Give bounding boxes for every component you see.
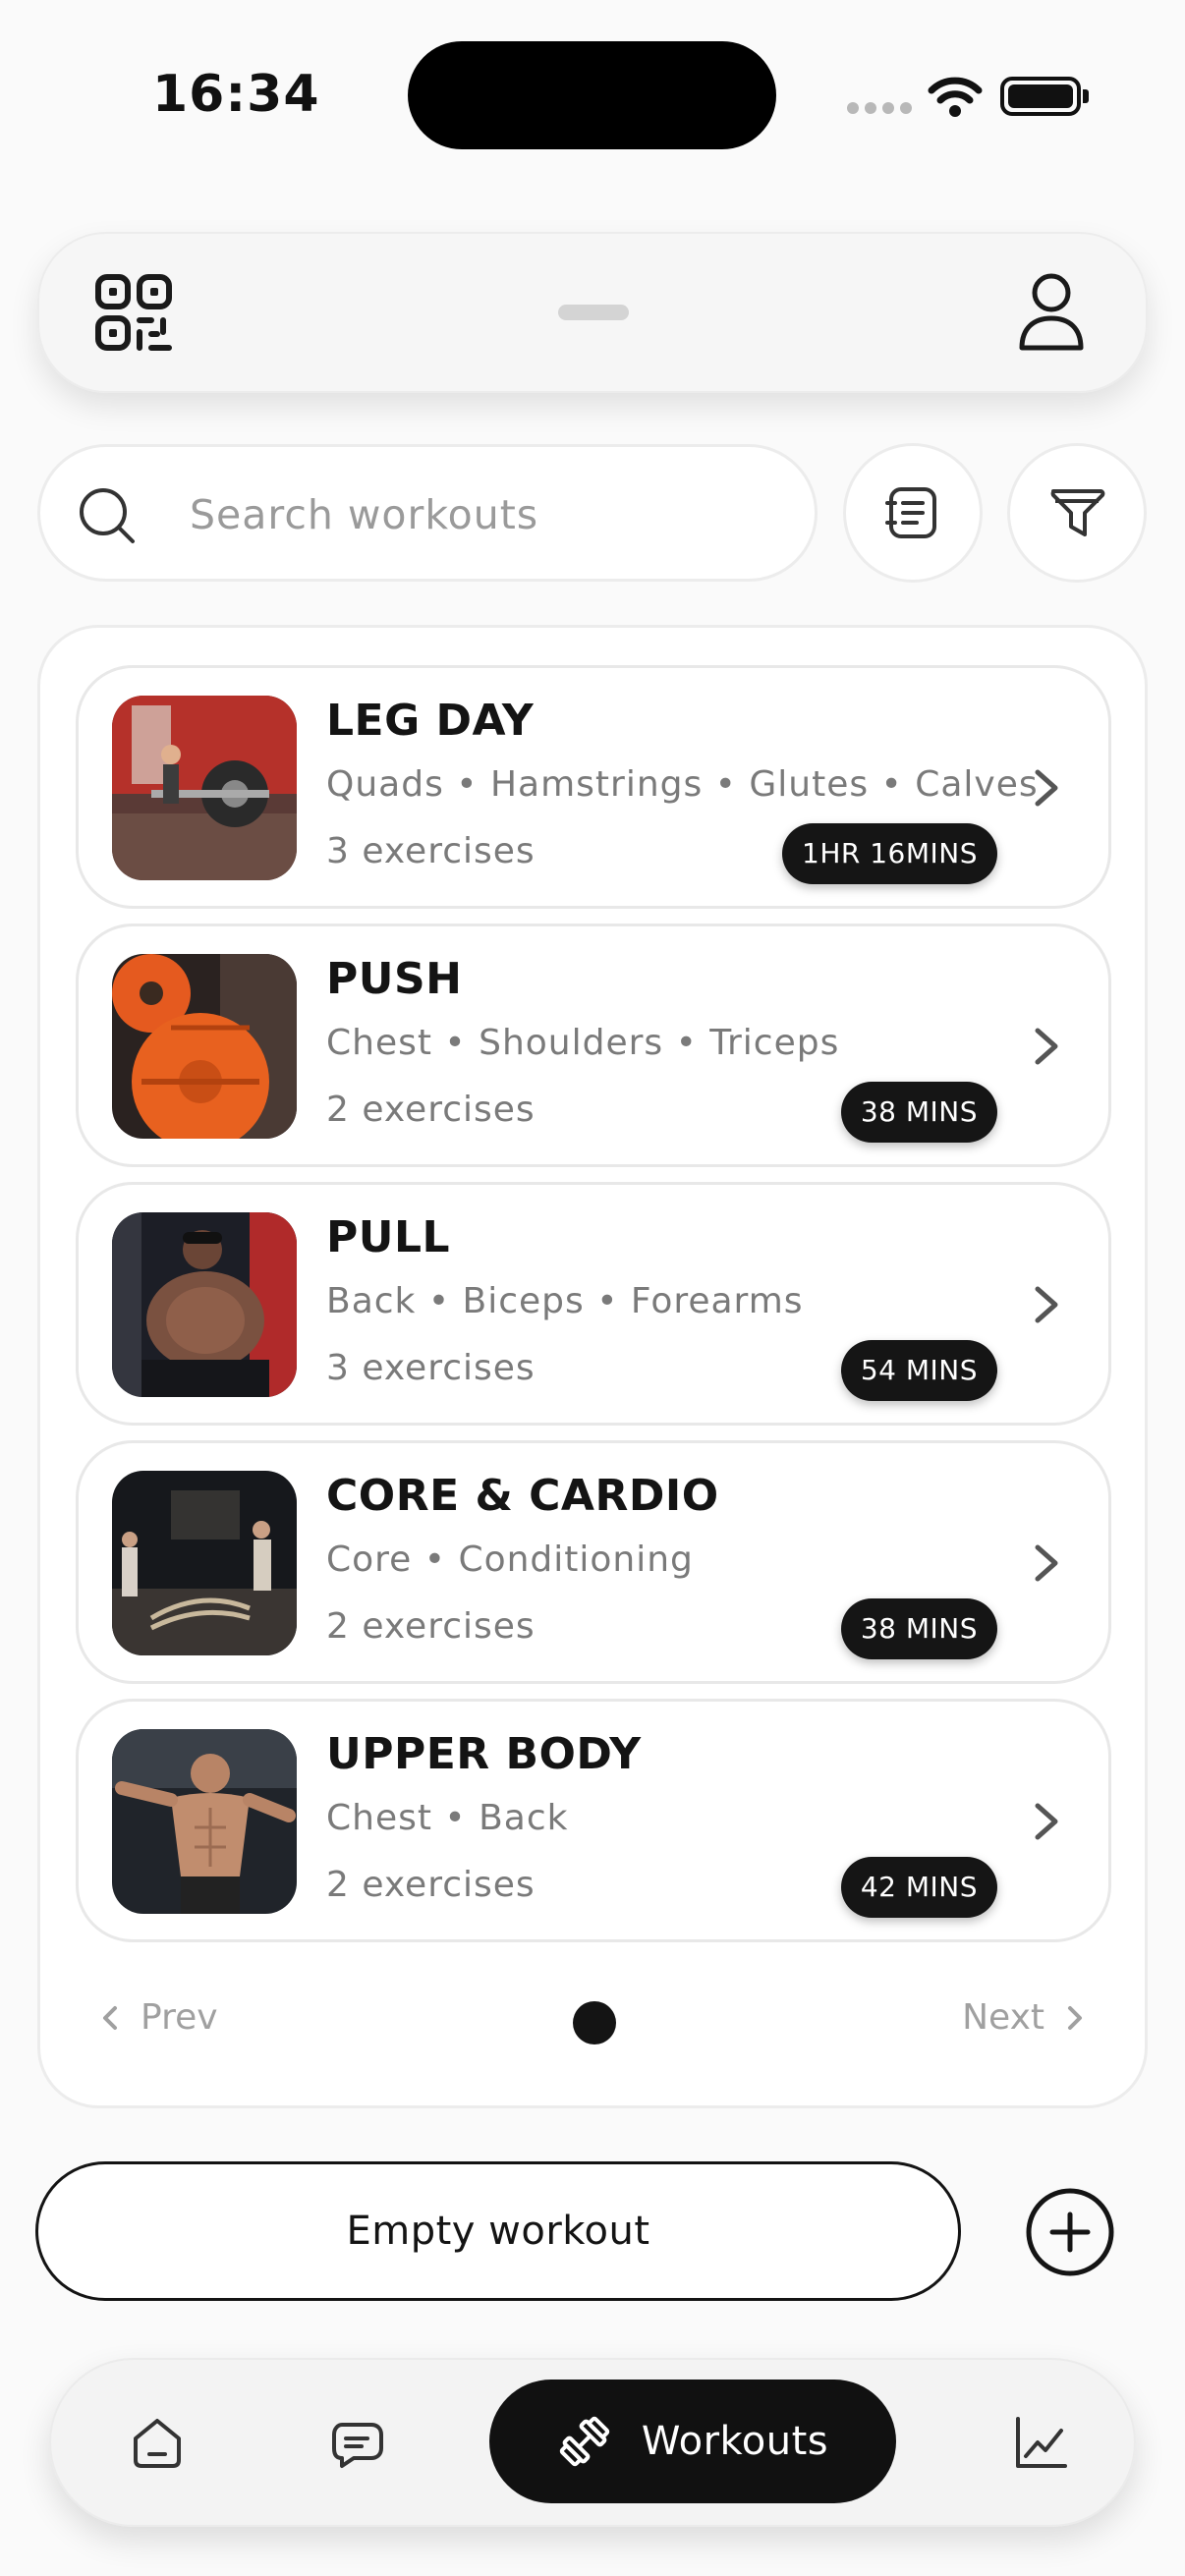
wifi-icon: [928, 77, 983, 117]
chevron-right-icon: [1035, 1544, 1058, 1582]
workout-muscles: Core • Conditioning: [326, 1540, 694, 1580]
duration-badge: 38 MINS: [840, 1082, 997, 1143]
battery-icon: [1000, 77, 1081, 116]
workout-title: PULL: [326, 1212, 451, 1262]
empty-workout-button[interactable]: Empty workout: [35, 2161, 961, 2301]
notes-button[interactable]: [843, 443, 983, 583]
workout-thumbnail: [112, 1729, 297, 1914]
search-input[interactable]: [190, 480, 779, 549]
workout-title: LEG DAY: [326, 696, 535, 746]
tab-workouts-label: Workouts: [641, 2419, 829, 2464]
workout-title: PUSH: [326, 954, 463, 1004]
chart-icon: [1016, 2417, 1067, 2468]
duration-badge: 38 MINS: [840, 1598, 997, 1659]
tab-home[interactable]: [116, 2401, 198, 2484]
tab-workouts[interactable]: Workouts: [489, 2380, 896, 2503]
workout-thumbnail: [112, 1212, 297, 1397]
workout-card[interactable]: UPPER BODY Chest • Back 2 exercises 42 M…: [76, 1699, 1111, 1942]
workout-muscles: Chest • Back: [326, 1798, 569, 1838]
chevron-right-icon: [1035, 1028, 1058, 1065]
workout-list-panel: LEG DAY Quads • Hamstrings • Glutes • Ca…: [37, 625, 1148, 2108]
workout-exercise-count: 2 exercises: [326, 1865, 536, 1905]
status-bar: 16:34: [0, 0, 1185, 177]
workout-muscles: Chest • Shoulders • Triceps: [326, 1023, 840, 1063]
workout-card[interactable]: CORE & CARDIO Core • Conditioning 2 exer…: [76, 1440, 1111, 1684]
pagination: Prev Next: [40, 1970, 1145, 2068]
workout-title: CORE & CARDIO: [326, 1471, 719, 1521]
chat-icon: [332, 2423, 383, 2468]
workout-thumbnail: [112, 1471, 297, 1655]
page-indicator-dot: [573, 2001, 616, 2044]
status-time: 16:34: [152, 65, 320, 124]
search-icon: [80, 488, 135, 543]
plus-circle-icon[interactable]: [1025, 2187, 1115, 2277]
dumbbell-icon: [559, 2416, 610, 2467]
profile-icon[interactable]: [1016, 271, 1087, 354]
search-bar[interactable]: [37, 444, 818, 582]
chevron-left-icon: [103, 2005, 117, 2030]
prev-button[interactable]: Prev: [101, 1997, 218, 2038]
tab-stats[interactable]: [1000, 2401, 1083, 2484]
battery-cap: [1083, 89, 1089, 103]
chevron-right-icon: [1068, 2005, 1082, 2030]
workout-exercise-count: 3 exercises: [326, 831, 536, 871]
next-label: Next: [962, 1997, 1044, 2038]
workout-thumbnail: [112, 954, 297, 1139]
workout-title: UPPER BODY: [326, 1729, 642, 1779]
duration-badge: 42 MINS: [840, 1857, 997, 1918]
workout-card[interactable]: PUSH Chest • Shoulders • Triceps 2 exerc…: [76, 924, 1111, 1167]
duration-badge: 1HR 16MINS: [782, 823, 997, 884]
workout-card[interactable]: PULL Back • Biceps • Forearms 3 exercise…: [76, 1182, 1111, 1426]
chevron-right-icon: [1035, 1803, 1058, 1840]
duration-badge: 54 MINS: [840, 1340, 997, 1401]
chevron-right-icon: [1035, 1286, 1058, 1323]
workout-muscles: Quads • Hamstrings • Glutes • Calves: [326, 764, 1039, 805]
workout-exercise-count: 2 exercises: [326, 1606, 536, 1647]
tab-bar: Workouts: [49, 2358, 1136, 2527]
signal-icon: [847, 102, 912, 114]
chevron-right-icon: [1035, 769, 1058, 807]
drag-handle[interactable]: [558, 305, 629, 320]
dynamic-island: [408, 41, 776, 149]
qr-code-icon[interactable]: [94, 273, 173, 352]
prev-label: Prev: [141, 1997, 218, 2038]
home-icon: [134, 2419, 181, 2468]
workout-exercise-count: 2 exercises: [326, 1090, 536, 1130]
workout-card[interactable]: LEG DAY Quads • Hamstrings • Glutes • Ca…: [76, 665, 1111, 909]
top-bar: [37, 232, 1148, 393]
workout-thumbnail: [112, 696, 297, 880]
workout-exercise-count: 3 exercises: [326, 1348, 536, 1388]
next-button[interactable]: Next: [962, 1997, 1084, 2038]
filter-button[interactable]: [1007, 443, 1147, 583]
filter-icon: [1050, 489, 1105, 536]
notes-icon: [885, 487, 936, 538]
workout-muscles: Back • Biceps • Forearms: [326, 1281, 804, 1321]
tab-chat[interactable]: [316, 2401, 399, 2484]
